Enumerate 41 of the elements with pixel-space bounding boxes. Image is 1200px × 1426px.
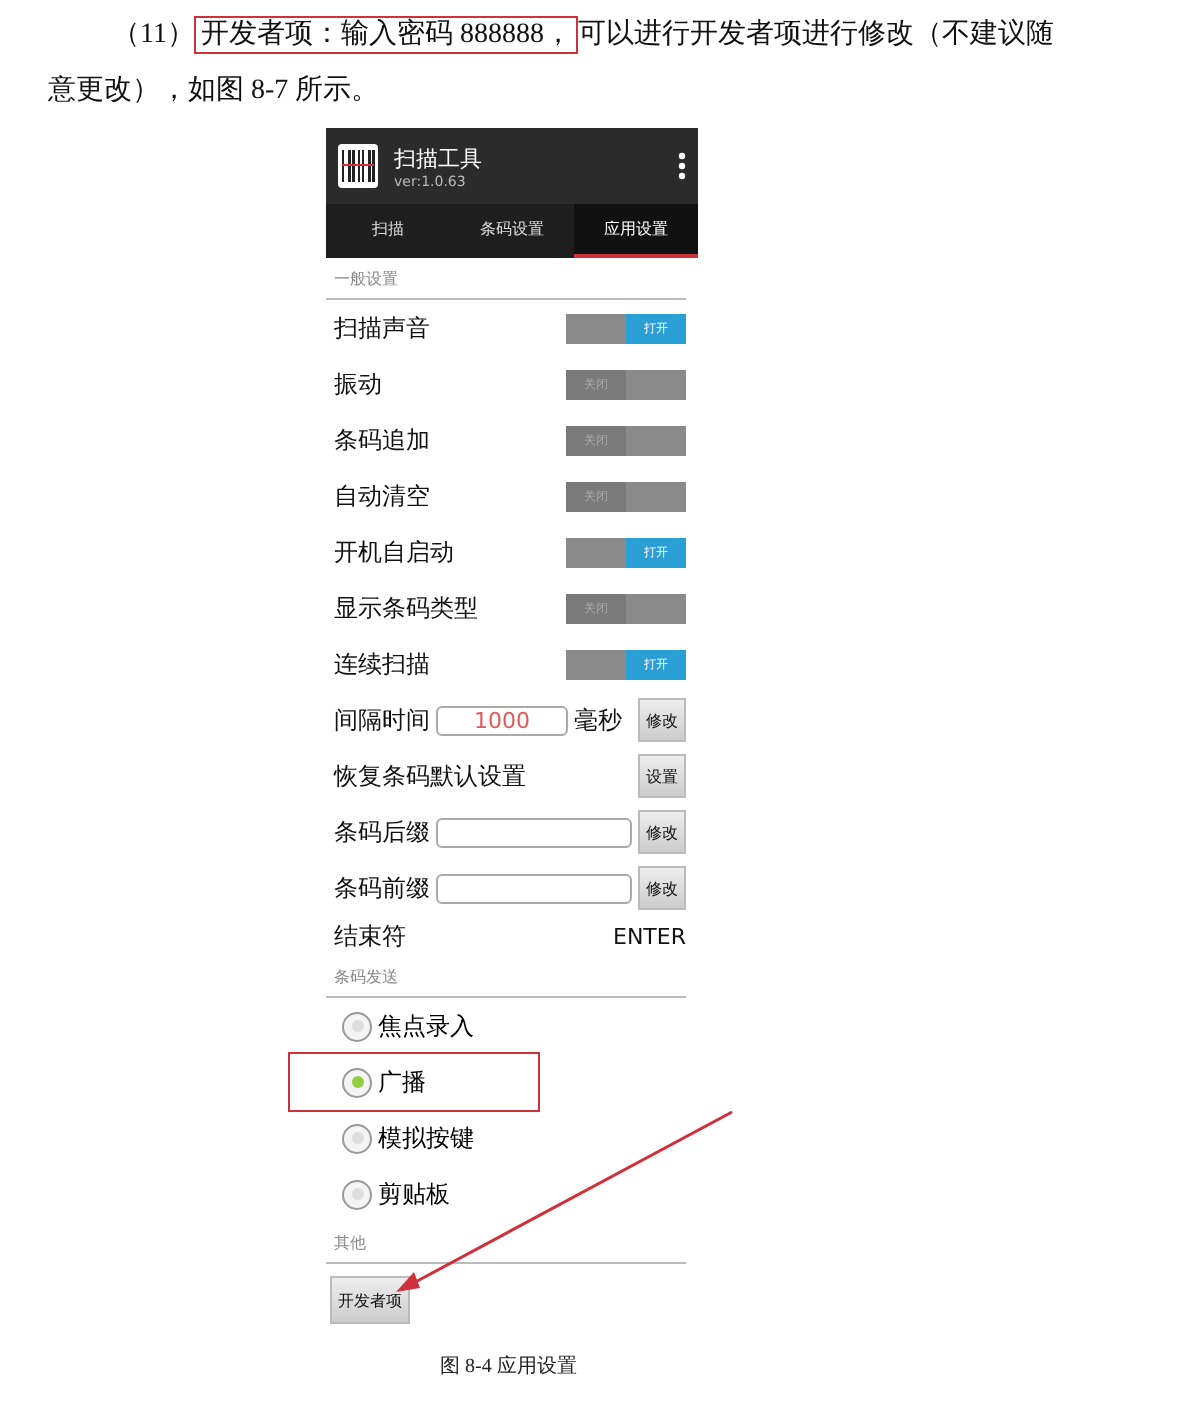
- setting-label: 开机自启动: [334, 535, 456, 569]
- developer-button[interactable]: 开发者项: [330, 1276, 410, 1324]
- edit-button[interactable]: 修改: [638, 866, 686, 910]
- tab[interactable]: 条码设置: [450, 204, 574, 258]
- setting-label: 结束符: [334, 919, 408, 953]
- radio-button[interactable]: [342, 1123, 372, 1153]
- setting-label: 条码前缀: [334, 871, 430, 905]
- radio-label: 剪贴板: [378, 1177, 450, 1211]
- app-title: 扫描工具: [394, 143, 484, 173]
- input-field[interactable]: 1000: [436, 705, 568, 735]
- radio-label: 模拟按键: [378, 1121, 474, 1155]
- unit-label: 毫秒: [574, 703, 624, 737]
- radio-button[interactable]: [342, 1067, 372, 1097]
- radio-label: 焦点录入: [378, 1009, 474, 1043]
- setting-label: 扫描声音: [334, 311, 432, 345]
- radio-label: 广播: [378, 1065, 426, 1099]
- setting-label: 间隔时间: [334, 703, 430, 737]
- tab[interactable]: 应用设置: [574, 204, 698, 258]
- input-field[interactable]: [436, 817, 632, 847]
- input-field[interactable]: [436, 873, 632, 903]
- instruction-paragraph: （11） 开发者项：输入密码 888888， 可以进行开发者项进行修改（不建议随意更改），如图 8-7 所示。: [48, 14, 1056, 110]
- setting-label: 条码追加: [334, 423, 432, 457]
- edit-button[interactable]: 修改: [638, 698, 686, 742]
- section-header: 条码发送: [326, 956, 686, 998]
- menu-icon[interactable]: [678, 152, 686, 180]
- setting-value: ENTER: [613, 923, 686, 949]
- setting-label: 自动清空: [334, 479, 432, 513]
- section-header: 一般设置: [326, 258, 686, 300]
- radio-button[interactable]: [342, 1011, 372, 1041]
- setting-label: 振动: [334, 367, 384, 401]
- section-header: 其他: [326, 1222, 686, 1264]
- setting-label: 显示条码类型: [334, 591, 480, 625]
- barcode-icon: [338, 144, 378, 188]
- setting-label: 连续扫描: [334, 647, 432, 681]
- setting-label: 恢复条码默认设置: [334, 759, 528, 793]
- set-button[interactable]: 设置: [638, 754, 686, 798]
- edit-button[interactable]: 修改: [638, 810, 686, 854]
- tab[interactable]: 扫描: [326, 204, 450, 258]
- setting-label: 条码后缀: [334, 815, 430, 849]
- radio-button[interactable]: [342, 1179, 372, 1209]
- figure-caption: 图 8-4 应用设置: [440, 1353, 579, 1380]
